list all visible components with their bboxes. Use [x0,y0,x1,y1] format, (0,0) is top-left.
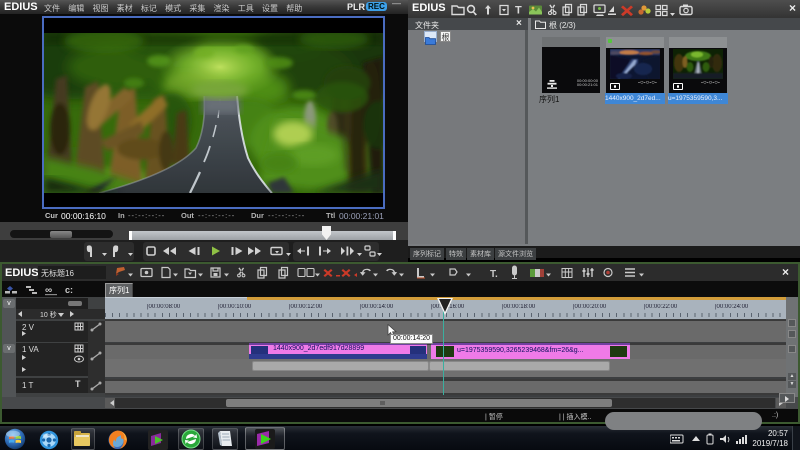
svg-text:T.: T. [490,269,498,280]
svg-text:c:: c: [65,285,73,295]
svg-text:T: T [75,379,81,389]
svg-text:T: T [515,5,522,17]
